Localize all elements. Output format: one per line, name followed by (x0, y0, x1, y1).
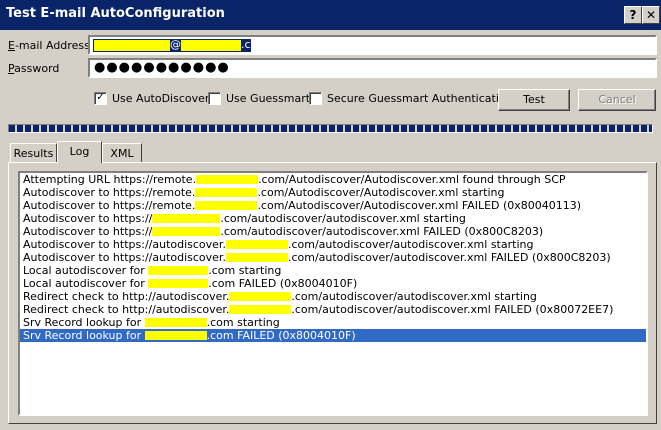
log-row[interactable]: Attempting URL https://remote. .com/Autod… (20, 173, 646, 186)
log-text-pre: Autodiscover to https://autodiscover. (23, 238, 226, 251)
tab-xml[interactable]: XML (102, 143, 142, 162)
password-label: Password (8, 62, 60, 75)
cancel-button[interactable]: Cancel (578, 89, 656, 111)
secure-guessmart-label: Secure Guessmart Authentication (327, 92, 513, 105)
log-text-pre: Local autodiscover for (23, 264, 149, 277)
log-row[interactable]: Autodiscover to https://autodiscover. .co… (20, 238, 646, 251)
email-tld: .com (241, 38, 268, 51)
close-icon: ✕ (645, 8, 657, 22)
checkbox-box (208, 92, 221, 105)
password-label-rest: assword (14, 62, 60, 75)
tab-log[interactable]: Log (57, 141, 102, 163)
log-text-post: .com/autodiscover/autodiscover.xml FAILE… (291, 303, 614, 316)
redacted-block (195, 188, 258, 197)
log-row[interactable]: Autodiscover to https://remote. .com/Auto… (20, 199, 646, 212)
log-row[interactable]: Autodiscover to https:// .com/autodiscove… (20, 212, 646, 225)
tab-results[interactable]: Results (10, 143, 57, 162)
redacted-block (148, 266, 209, 275)
password-field[interactable]: ●●●●●●●●●●● (88, 58, 657, 78)
log-text-pre: Redirect check to http://autodiscover. (23, 290, 230, 303)
email-label-rest: -mail Address (14, 39, 90, 52)
log-text-pre: Local autodiscover for (23, 277, 149, 290)
redacted-block (181, 39, 241, 51)
log-text-post: .com/autodiscover/autodiscover.xml FAILE… (287, 251, 611, 264)
progress-fill (9, 125, 652, 132)
checkbox-box: ✓ (94, 92, 107, 105)
progress-bar (8, 124, 653, 133)
title-bar: Test E-mail AutoConfiguration ? ✕ (0, 0, 661, 30)
email-field[interactable]: @ .com (88, 35, 657, 55)
log-text-post: .com starting (206, 316, 280, 329)
check-icon: ✓ (96, 92, 105, 103)
log-row[interactable]: Redirect check to http://autodiscover. .c… (20, 290, 646, 303)
use-autodiscover-checkbox[interactable]: ✓ Use AutoDiscover (94, 92, 209, 105)
help-button[interactable]: ? (624, 6, 642, 24)
log-text-pre: Attempting URL https://remote. (23, 173, 197, 186)
log-text-pre: Autodiscover to https:// (23, 225, 153, 238)
log-row[interactable]: Local autodiscover for .com FAILED (0x80… (20, 277, 646, 290)
log-text-pre: Autodiscover to https://remote. (23, 186, 196, 199)
redacted-block (196, 175, 259, 184)
email-value: @ .com (94, 38, 268, 51)
use-guessmart-checkbox[interactable]: Use Guessmart (208, 92, 310, 105)
log-text-post: .com FAILED (0x8004010F) (206, 329, 356, 342)
log-text-pre: Autodiscover to https://remote. (23, 199, 196, 212)
log-row[interactable]: Autodiscover to https:// .com/autodiscove… (20, 225, 646, 238)
email-at: @ (170, 38, 181, 51)
log-row[interactable]: Srv Record lookup for .com FAILED (0x800… (20, 329, 646, 342)
log-text-post: .com/autodiscover/autodiscover.xml FAILE… (220, 225, 544, 238)
password-value: ●●●●●●●●●●● (94, 60, 230, 75)
log-text-post: .com/Autodiscover/Autodiscover.xml found… (258, 173, 566, 186)
window-title: Test E-mail AutoConfiguration (6, 6, 225, 21)
redacted-block (152, 227, 221, 236)
log-text-post: .com/autodiscover/autodiscover.xml start… (291, 290, 537, 303)
log-text-post: .com/Autodiscover/Autodiscover.xml FAILE… (257, 199, 582, 212)
log-list[interactable]: Attempting URL https://remote. .com/Autod… (18, 171, 648, 416)
log-row[interactable]: Autodiscover to https://autodiscover. .co… (20, 251, 646, 264)
log-text-pre: Autodiscover to https:// (23, 212, 153, 225)
log-text-post: .com/Autodiscover/Autodiscover.xml start… (257, 186, 505, 199)
log-text-post: .com/autodiscover/autodiscover.xml start… (287, 238, 534, 251)
redacted-block (152, 214, 221, 223)
close-button[interactable]: ✕ (642, 6, 660, 24)
log-text-pre: Autodiscover to https://autodiscover. (23, 251, 226, 264)
log-row[interactable]: Redirect check to http://autodiscover. .c… (20, 303, 646, 316)
log-text-pre: Srv Record lookup for (23, 329, 145, 342)
test-button[interactable]: Test (498, 89, 570, 111)
redacted-block (229, 305, 292, 314)
log-row[interactable]: Local autodiscover for .com starting (20, 264, 646, 277)
use-autodiscover-label: Use AutoDiscover (112, 92, 210, 105)
redacted-block (225, 240, 288, 249)
redacted-block (195, 201, 258, 210)
redacted-block (144, 318, 207, 327)
log-text-post: .com FAILED (0x8004010F) (208, 277, 358, 290)
email-label: E-mail Address (8, 39, 90, 52)
log-row[interactable]: Srv Record lookup for .com starting (20, 316, 646, 329)
redacted-block (94, 39, 170, 51)
redacted-block (148, 279, 209, 288)
help-icon: ? (629, 8, 637, 22)
log-text-pre: Srv Record lookup for (23, 316, 145, 329)
checkbox-box (309, 92, 322, 105)
log-text-pre: Redirect check to http://autodiscover. (23, 303, 230, 316)
log-text-post: .com/autodiscover/autodiscover.xml start… (220, 212, 466, 225)
secure-guessmart-checkbox[interactable]: Secure Guessmart Authentication (309, 92, 513, 105)
redacted-block (225, 253, 288, 262)
use-guessmart-label: Use Guessmart (226, 92, 311, 105)
log-text-post: .com starting (208, 264, 282, 277)
redacted-block (229, 292, 292, 301)
redacted-block (144, 331, 207, 340)
log-row[interactable]: Autodiscover to https://remote. .com/Auto… (20, 186, 646, 199)
